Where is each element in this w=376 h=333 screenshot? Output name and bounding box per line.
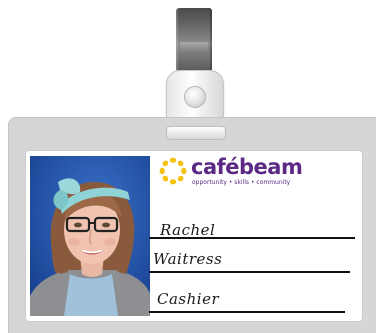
- staff-photo: [30, 156, 150, 316]
- clip-bar: [166, 126, 226, 140]
- staff-photo-image: [30, 156, 150, 316]
- duty-field: Cashier: [157, 290, 220, 308]
- id-card: cafébeam opportunity • skills • communit…: [26, 151, 362, 321]
- duty-underline: [149, 311, 345, 313]
- brand-name: cafébeam: [191, 155, 303, 179]
- brand-tagline: opportunity • skills • community: [192, 179, 291, 186]
- id-badge-scene: cafébeam opportunity • skills • communit…: [0, 0, 376, 333]
- clip-stud: [184, 86, 206, 108]
- role-field: Waitress: [153, 250, 223, 268]
- name-underline: [149, 237, 355, 239]
- role-underline: [149, 271, 350, 273]
- cafebeam-logo: cafébeam opportunity • skills • communit…: [152, 151, 303, 191]
- lanyard-clip-strap: [176, 8, 212, 72]
- sun-ring-icon: [159, 157, 187, 185]
